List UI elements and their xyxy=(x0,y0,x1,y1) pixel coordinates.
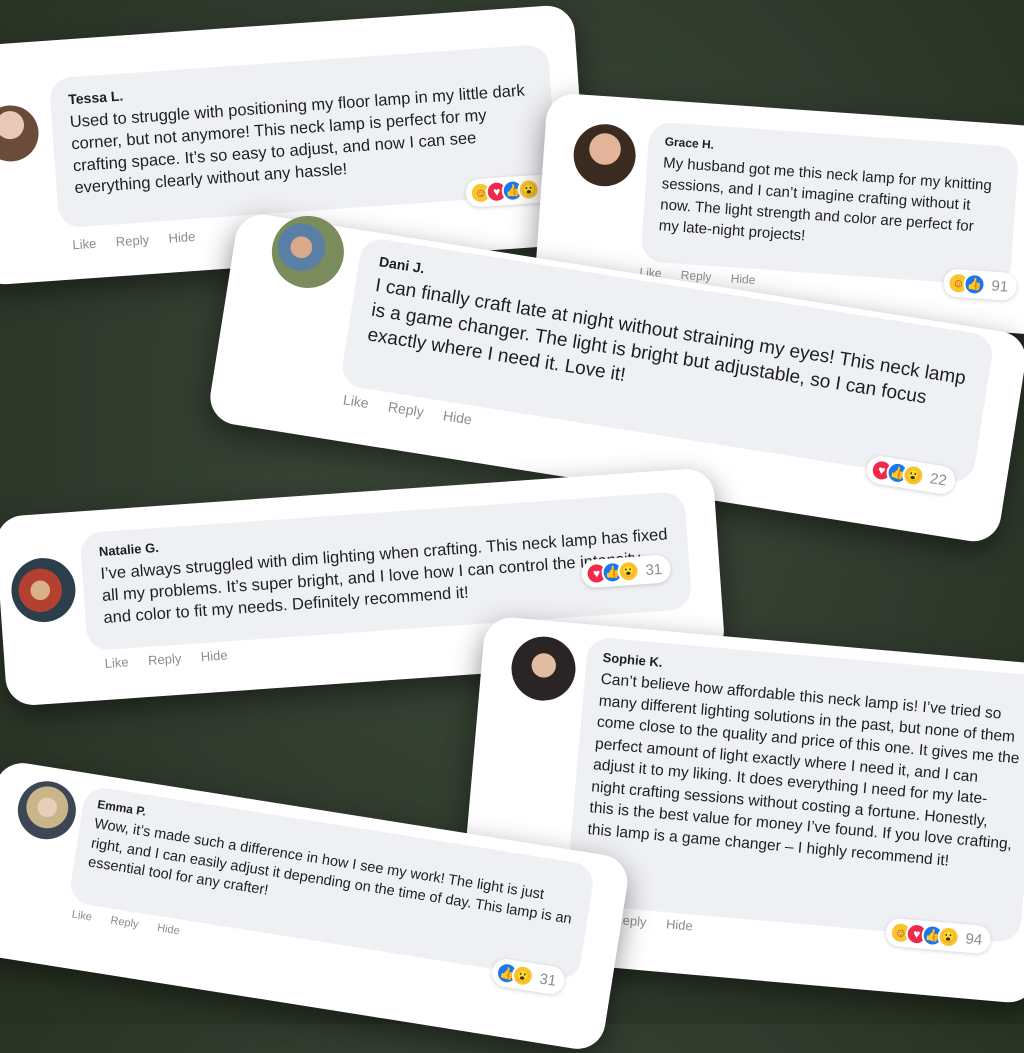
comment-text: Can’t believe how affordable this neck l… xyxy=(586,670,1021,870)
reply-link[interactable]: Reply xyxy=(387,399,425,420)
reply-link[interactable]: Reply xyxy=(148,651,182,668)
reaction-count: 31 xyxy=(644,560,663,579)
comment-actions: Like Reply Hide xyxy=(72,228,212,253)
avatar xyxy=(508,633,579,704)
reply-link[interactable]: Reply xyxy=(110,915,140,931)
wow-icon: 😮 xyxy=(510,963,536,989)
hide-link[interactable]: Hide xyxy=(200,647,228,664)
avatar xyxy=(13,777,81,844)
wow-icon: 😮 xyxy=(616,559,641,583)
avatar xyxy=(571,122,638,189)
wow-icon: 😮 xyxy=(516,177,541,202)
reply-link[interactable]: Reply xyxy=(115,232,149,249)
comment-bubble: Sophie K. Can’t believe how affordable t… xyxy=(565,636,1024,944)
reaction-count: 22 xyxy=(928,469,949,490)
comment-actions: Like Reply Hide xyxy=(104,646,244,671)
hide-link[interactable]: Hide xyxy=(730,271,756,287)
comment-text: My husband got me this neck lamp for my … xyxy=(658,154,993,245)
like-link[interactable]: Like xyxy=(104,654,129,671)
hide-link[interactable]: Hide xyxy=(665,916,693,933)
avatar xyxy=(0,103,41,164)
like-link[interactable]: Like xyxy=(72,236,97,253)
reaction-summary[interactable]: ☺ 👍 91 xyxy=(942,268,1018,302)
wow-icon: 😮 xyxy=(936,925,961,949)
like-icon: 👍 xyxy=(962,272,987,297)
hide-link[interactable]: Hide xyxy=(168,229,196,246)
like-link[interactable]: Like xyxy=(71,908,93,923)
reaction-count: 91 xyxy=(990,277,1009,296)
comment-bubble: Grace H. My husband got me this neck lam… xyxy=(640,121,1020,287)
hide-link[interactable]: Hide xyxy=(156,922,180,937)
wow-icon: 😮 xyxy=(900,462,926,488)
avatar xyxy=(9,555,78,625)
hide-link[interactable]: Hide xyxy=(442,407,473,427)
reaction-count: 94 xyxy=(964,929,983,949)
like-link[interactable]: Like xyxy=(342,391,370,411)
reaction-count: 31 xyxy=(538,969,558,990)
